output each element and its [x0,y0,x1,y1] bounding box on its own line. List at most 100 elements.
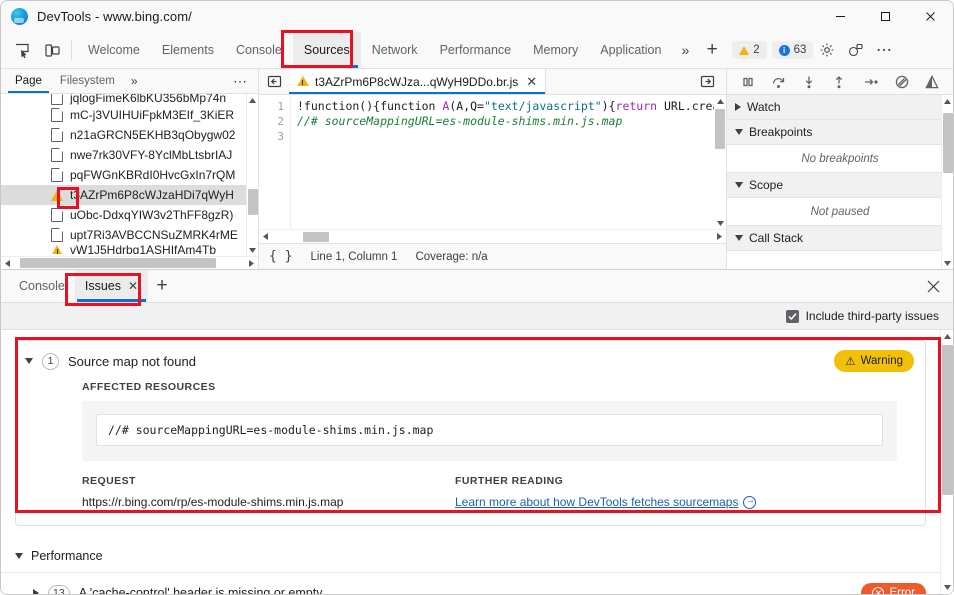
nav-options-icon[interactable]: ⋯ [223,69,258,93]
issue-header[interactable]: 1 Source map not found ⚠ Warning [16,341,925,381]
step-into-icon[interactable] [802,75,816,89]
scrollbar-thumb[interactable] [943,113,953,173]
nav-tab-filesystem[interactable]: Filesystem [51,69,124,93]
scroll-right-arrow-icon[interactable] [713,233,726,240]
tab-sources[interactable]: Sources [293,32,361,68]
triangle-right-icon[interactable] [33,589,39,594]
scroll-up-arrow-icon[interactable] [714,95,726,107]
scroll-down-arrow-icon[interactable] [941,581,953,594]
tab-memory[interactable]: Memory [522,32,589,68]
inspect-element-icon[interactable] [7,32,37,68]
title-bar: DevTools - www.bing.com/ [1,1,953,32]
gear-icon[interactable] [813,32,841,68]
scroll-left-arrow-icon[interactable] [259,233,272,240]
scroll-up-arrow-icon[interactable] [942,95,953,107]
scroll-left-arrow-icon[interactable] [1,260,14,267]
step-icon[interactable] [863,75,879,89]
code-editor[interactable]: 1 2 3 !function(){function A(A,Q="text/j… [259,95,726,243]
minimize-button[interactable] [818,1,863,32]
triangle-right-icon [735,103,741,111]
file-name: mC-j3VUIHUiFpkM3EIf_3KiER [70,108,234,122]
further-reading-link[interactable]: Learn more about how DevTools fetches so… [455,495,756,509]
editor-tab[interactable]: t3AZrPm6P8cWJza...qWyH9DDo.br.js ✕ [289,69,546,94]
code-content[interactable]: !function(){function A(A,Q="text/javascr… [291,95,726,243]
sources-panel: Page Filesystem » ⋯ jqlogFimeK6lbKU356bM… [1,69,953,269]
info-counter[interactable]: i 63 [772,41,814,59]
section-scope[interactable]: Scope [727,173,953,198]
device-toolbar-icon[interactable] [37,32,67,68]
debugger-vertical-scrollbar[interactable] [941,95,953,269]
scroll-up-arrow-icon[interactable] [247,94,258,106]
file-row[interactable]: n21aGRCN5EKHB3qObygw02 [1,125,246,145]
maximize-button[interactable] [863,1,908,32]
scrollbar-thumb[interactable] [248,189,258,215]
issue-group-performance[interactable]: Performance [1,540,940,573]
scrollbar-thumb[interactable] [303,232,329,242]
drawer-tab-issues[interactable]: Issues ✕ [75,270,148,302]
debugger-sections: Watch Breakpoints No breakpoints Scope N… [727,95,953,269]
scrollbar-thumb[interactable] [942,345,953,495]
file-list-horizontal-scrollbar[interactable] [1,256,258,269]
add-tab-button[interactable]: + [698,32,726,68]
scroll-down-arrow-icon[interactable] [247,244,258,256]
section-breakpoints[interactable]: Breakpoints [727,120,953,145]
file-row[interactable]: upt7Ri3AVBCCNSuZMRK4rME [1,225,246,245]
close-button[interactable] [908,1,953,32]
triangle-down-icon[interactable] [25,358,33,364]
drawer-tab-console[interactable]: Console [9,270,75,302]
file-row[interactable]: vW1J5Hdrbg1ASHIfAm4Tb [1,245,246,254]
pretty-print-icon[interactable]: { } [269,249,292,264]
tab-performance[interactable]: Performance [429,32,523,68]
scrollbar-thumb[interactable] [20,258,216,268]
pause-script-icon[interactable] [741,75,755,89]
file-row[interactable]: jqlogFimeK6lbKU356bMp74n [1,94,246,105]
scrollbar-track[interactable] [14,257,245,270]
editor-vertical-scrollbar[interactable] [714,95,726,229]
editor-horizontal-scrollbar[interactable] [259,229,726,243]
nav-tab-page[interactable]: Page [6,69,51,93]
tab-application[interactable]: Application [589,32,672,68]
section-call-stack[interactable]: Call Stack [727,226,953,251]
navigate-back-icon[interactable] [259,69,289,94]
section-watch[interactable]: Watch [727,95,953,120]
feedback-icon[interactable] [841,32,869,68]
warning-counter[interactable]: 2 [732,41,766,59]
more-tabs-icon[interactable]: » [672,32,698,68]
pause-on-exceptions-icon[interactable] [925,75,939,89]
close-drawer-icon[interactable] [914,270,953,302]
issues-vertical-scrollbar[interactable] [940,330,953,594]
add-drawer-tab-button[interactable]: + [148,270,176,302]
more-options-icon[interactable]: ⋯ [869,32,899,68]
step-out-icon[interactable] [832,75,846,89]
navigator-pane: Page Filesystem » ⋯ jqlogFimeK6lbKU356bM… [1,69,259,269]
document-icon [51,108,63,122]
file-row[interactable]: pqFWGnKBRdI0HvcGxIn7rQM [1,165,246,185]
close-icon[interactable]: ✕ [128,279,138,293]
scroll-down-arrow-icon[interactable] [942,257,953,269]
scroll-down-arrow-icon[interactable] [714,217,726,229]
document-icon [51,128,63,142]
tab-network[interactable]: Network [361,32,429,68]
tab-welcome[interactable]: Welcome [77,32,151,68]
triangle-down-icon[interactable] [15,553,23,559]
step-over-icon[interactable] [771,75,786,89]
issue-row[interactable]: 13 A 'cache-control' header is missing o… [1,573,940,594]
tab-elements[interactable]: Elements [151,32,225,68]
file-row-selected[interactable]: t3AZrPm6P8cWJzaHDi7qWyH [1,185,246,205]
scrollbar-thumb[interactable] [715,109,725,149]
file-row[interactable]: mC-j3VUIHUiFpkM3EIf_3KiER [1,105,246,125]
request-label: REQUEST [82,475,455,487]
nav-more-icon[interactable]: » [124,69,145,93]
tab-console[interactable]: Console [225,32,293,68]
file-list-vertical-scrollbar[interactable] [246,94,258,256]
scroll-up-arrow-icon[interactable] [941,330,953,343]
third-party-checkbox[interactable] [786,310,799,323]
edge-logo-icon [11,8,28,25]
document-icon [51,168,63,182]
file-row[interactable]: nwe7rk30VFY-8YclMbLtsbrIAJ [1,145,246,165]
navigate-forward-icon[interactable] [692,74,722,89]
scroll-right-arrow-icon[interactable] [245,260,258,267]
close-icon[interactable]: ✕ [526,74,537,90]
deactivate-breakpoints-icon[interactable] [895,75,909,89]
file-row[interactable]: uObc-DdxqYIW3v2ThFF8gzR) [1,205,246,225]
